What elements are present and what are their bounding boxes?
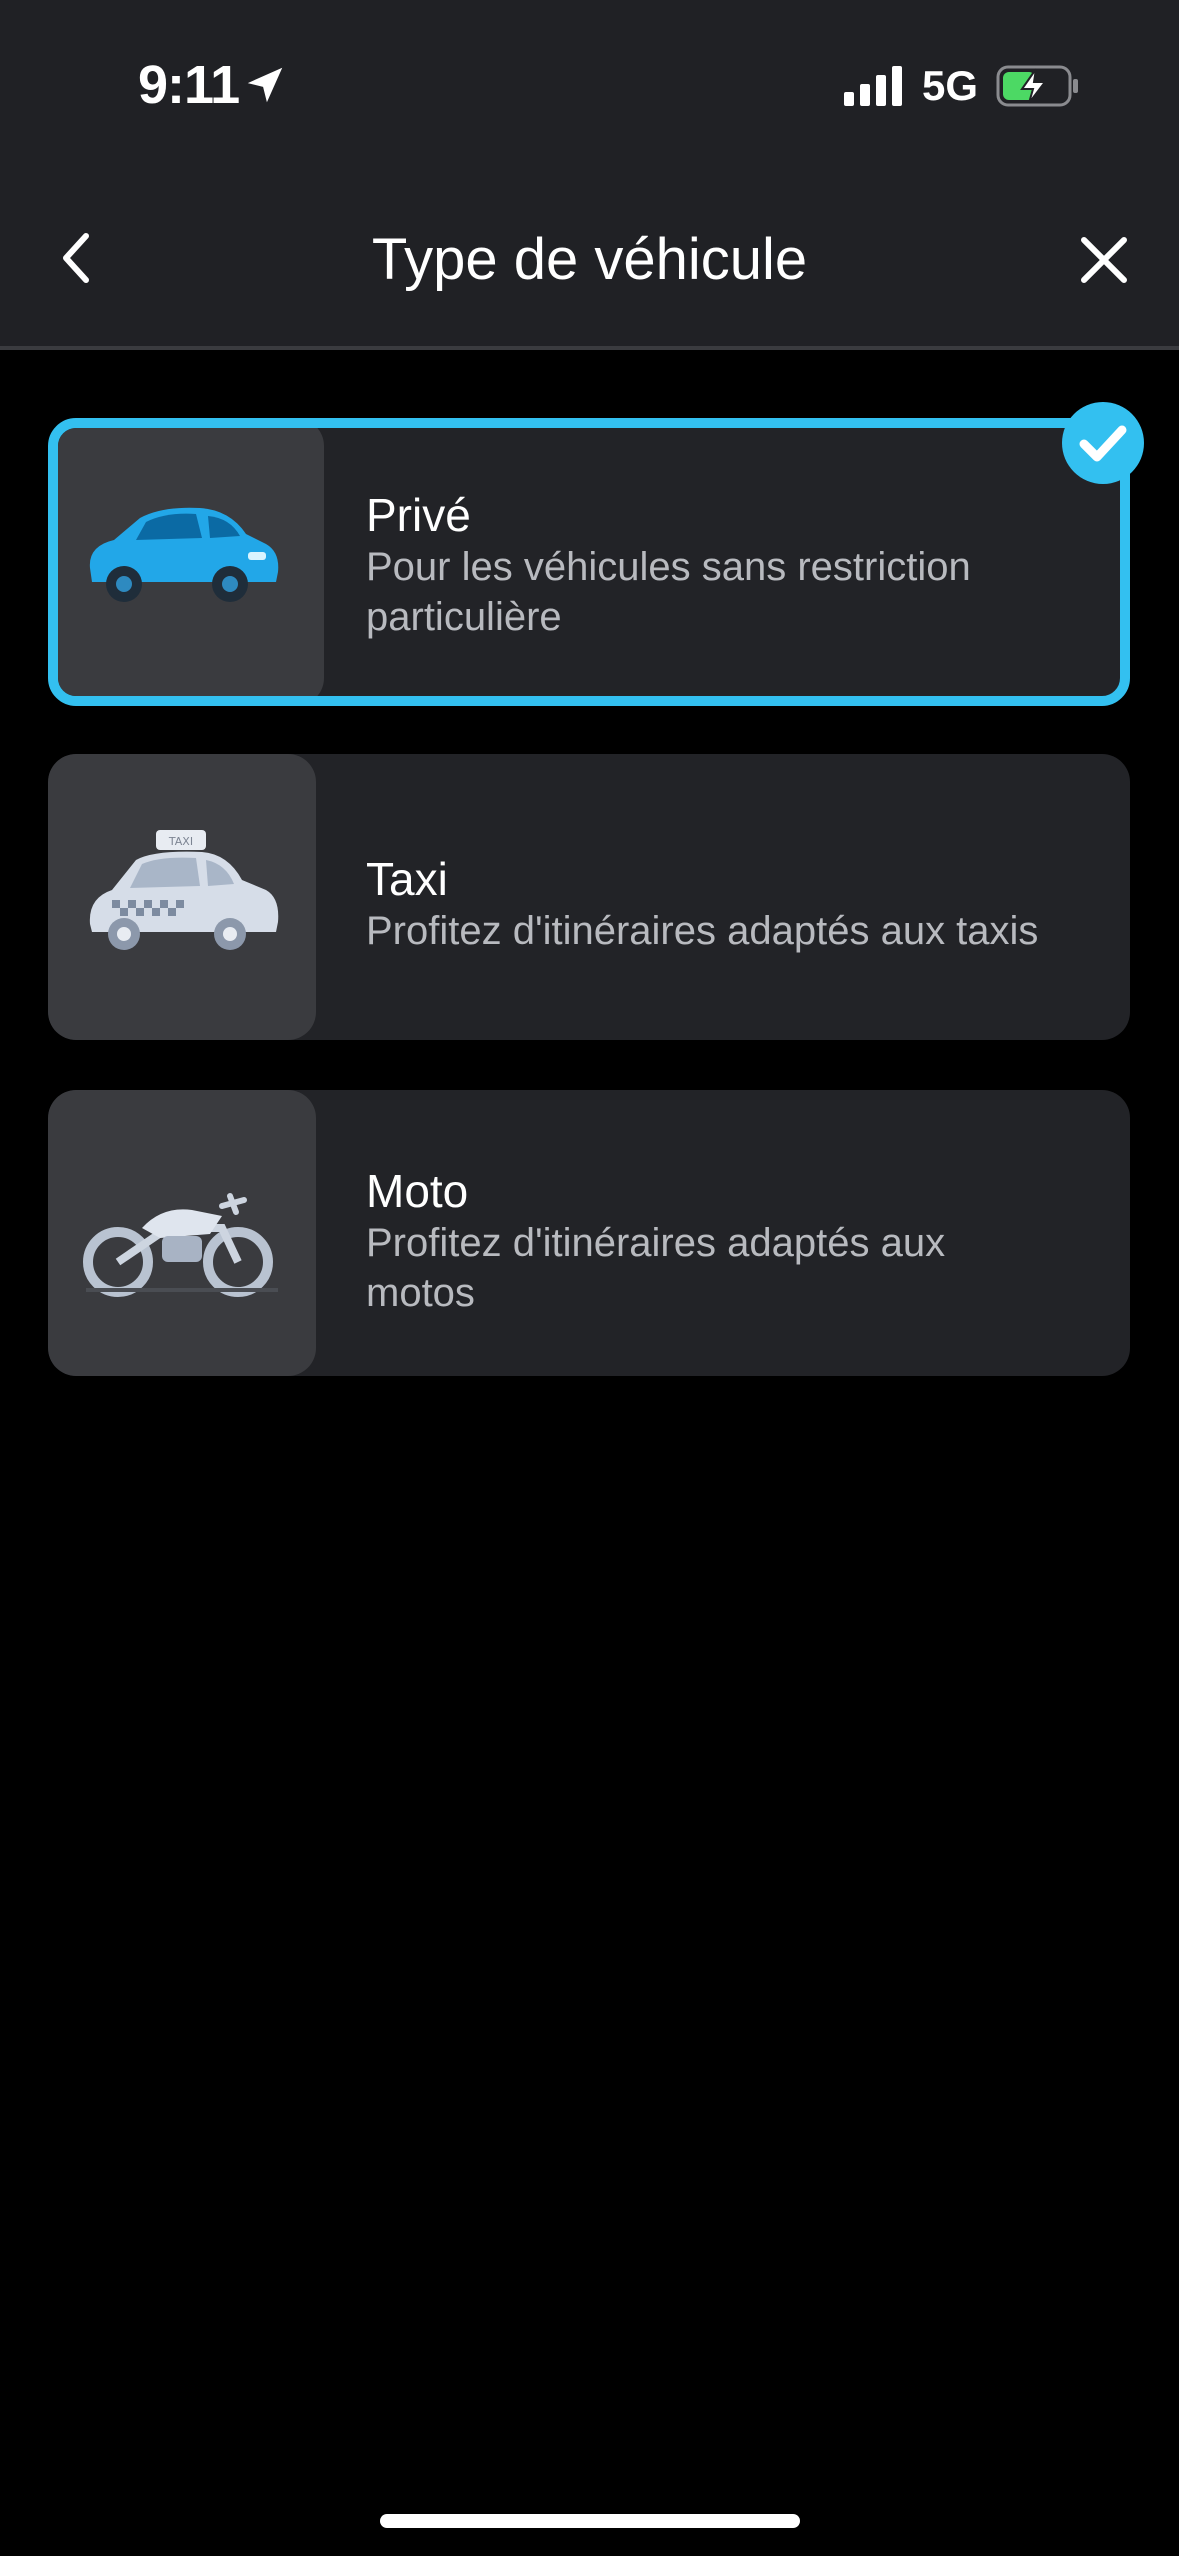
home-indicator[interactable]	[380, 2514, 800, 2528]
vehicle-thumbnail	[58, 428, 324, 696]
option-text: Moto Profitez d'itinéraires adaptés aux …	[366, 1164, 1090, 1318]
signal-bars-icon	[844, 66, 902, 106]
option-text: Privé Pour les véhicules sans restrictio…	[366, 488, 1080, 642]
car-icon	[89, 507, 279, 602]
motorcycle-icon	[83, 1193, 278, 1297]
option-description: Profitez d'itinéraires adaptés aux taxis	[366, 909, 1039, 953]
vehicle-thumbnail: TAXI	[48, 754, 316, 1040]
location-arrow-icon	[247, 67, 283, 103]
option-name: Taxi	[366, 853, 448, 905]
option-name: Privé	[366, 489, 471, 541]
status-time: 9:11	[138, 55, 240, 115]
navigation-bar: Type de véhicule	[0, 170, 1179, 350]
battery-charging-icon	[996, 65, 1078, 107]
status-bar: 9:11 5G	[0, 0, 1179, 170]
option-description: Profitez d'itinéraires adaptés aux motos	[366, 1221, 946, 1315]
vehicle-option-motorcycle[interactable]: Moto Profitez d'itinéraires adaptés aux …	[48, 1090, 1130, 1376]
option-description: Pour les véhicules sans restriction part…	[366, 545, 971, 639]
network-type: 5G	[922, 62, 979, 109]
taxi-icon: TAXI	[89, 830, 279, 950]
close-icon[interactable]	[1076, 232, 1132, 288]
svg-text:TAXI: TAXI	[168, 835, 193, 848]
page-title: Type de véhicule	[371, 227, 808, 292]
vehicle-option-taxi[interactable]: TAXI Taxi Profitez d'itinéraires adaptés…	[48, 754, 1130, 1040]
option-text: Taxi Profitez d'itinéraires adaptés aux …	[366, 852, 1090, 956]
vehicle-thumbnail	[48, 1090, 316, 1376]
option-name: Moto	[366, 1165, 469, 1217]
selected-checkmark-icon	[1062, 402, 1144, 484]
vehicle-option-private[interactable]: Privé Pour les véhicules sans restrictio…	[48, 418, 1130, 706]
